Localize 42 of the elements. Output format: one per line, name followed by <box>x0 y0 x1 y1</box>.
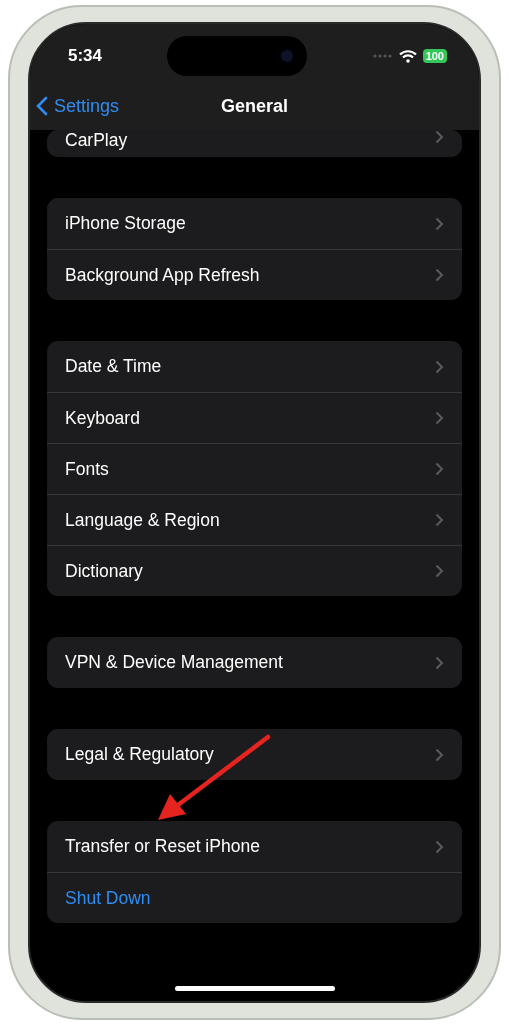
row-label: Dictionary <box>65 560 143 582</box>
settings-row[interactable]: iPhone Storage <box>47 198 462 249</box>
row-label: Date & Time <box>65 356 162 377</box>
back-link[interactable]: Settings <box>36 95 120 117</box>
settings-row[interactable]: Date & Time <box>47 341 462 392</box>
chevron-icon <box>435 839 444 854</box>
chevron-icon <box>435 130 444 144</box>
cellular-signal-icon <box>372 54 393 58</box>
action-row[interactable]: Shut Down <box>47 872 462 923</box>
settings-row[interactable]: Language & Region <box>47 494 462 545</box>
chevron-icon <box>435 513 444 527</box>
chevron-icon <box>435 564 444 578</box>
settings-row[interactable]: CarPlay <box>47 130 462 157</box>
chevron-icon <box>435 462 444 476</box>
settings-row[interactable]: Dictionary <box>47 545 462 596</box>
row-label: Legal & Regulatory <box>65 744 214 765</box>
chevron-icon <box>435 359 444 374</box>
status-time: 5:34 <box>68 46 103 66</box>
row-label: iPhone Storage <box>65 213 186 234</box>
row-label: Shut Down <box>65 887 151 909</box>
chevron-icon <box>435 216 444 231</box>
settings-row[interactable]: VPN & Device Management <box>47 637 462 688</box>
settings-row[interactable]: Background App Refresh <box>47 249 462 300</box>
chevron-icon <box>435 655 444 670</box>
chevron-icon <box>435 747 444 762</box>
battery-level: 100 <box>422 49 447 63</box>
row-label: Keyboard <box>65 407 140 429</box>
row-label: Fonts <box>65 458 109 480</box>
wifi-icon <box>398 49 417 63</box>
chevron-icon <box>435 268 444 282</box>
settings-row[interactable]: Legal & Regulatory <box>47 729 462 780</box>
row-label: Language & Region <box>65 509 220 531</box>
row-label: Background App Refresh <box>65 264 260 286</box>
chevron-icon <box>435 411 444 425</box>
back-chevron-icon <box>36 96 48 116</box>
row-label: VPN & Device Management <box>65 652 283 673</box>
settings-row[interactable]: Fonts <box>47 443 462 494</box>
settings-row[interactable]: Transfer or Reset iPhone <box>47 821 462 872</box>
row-label: Transfer or Reset iPhone <box>65 836 260 857</box>
row-label: CarPlay <box>65 130 128 151</box>
page-title: General <box>221 95 288 117</box>
settings-row[interactable]: Keyboard <box>47 392 462 443</box>
